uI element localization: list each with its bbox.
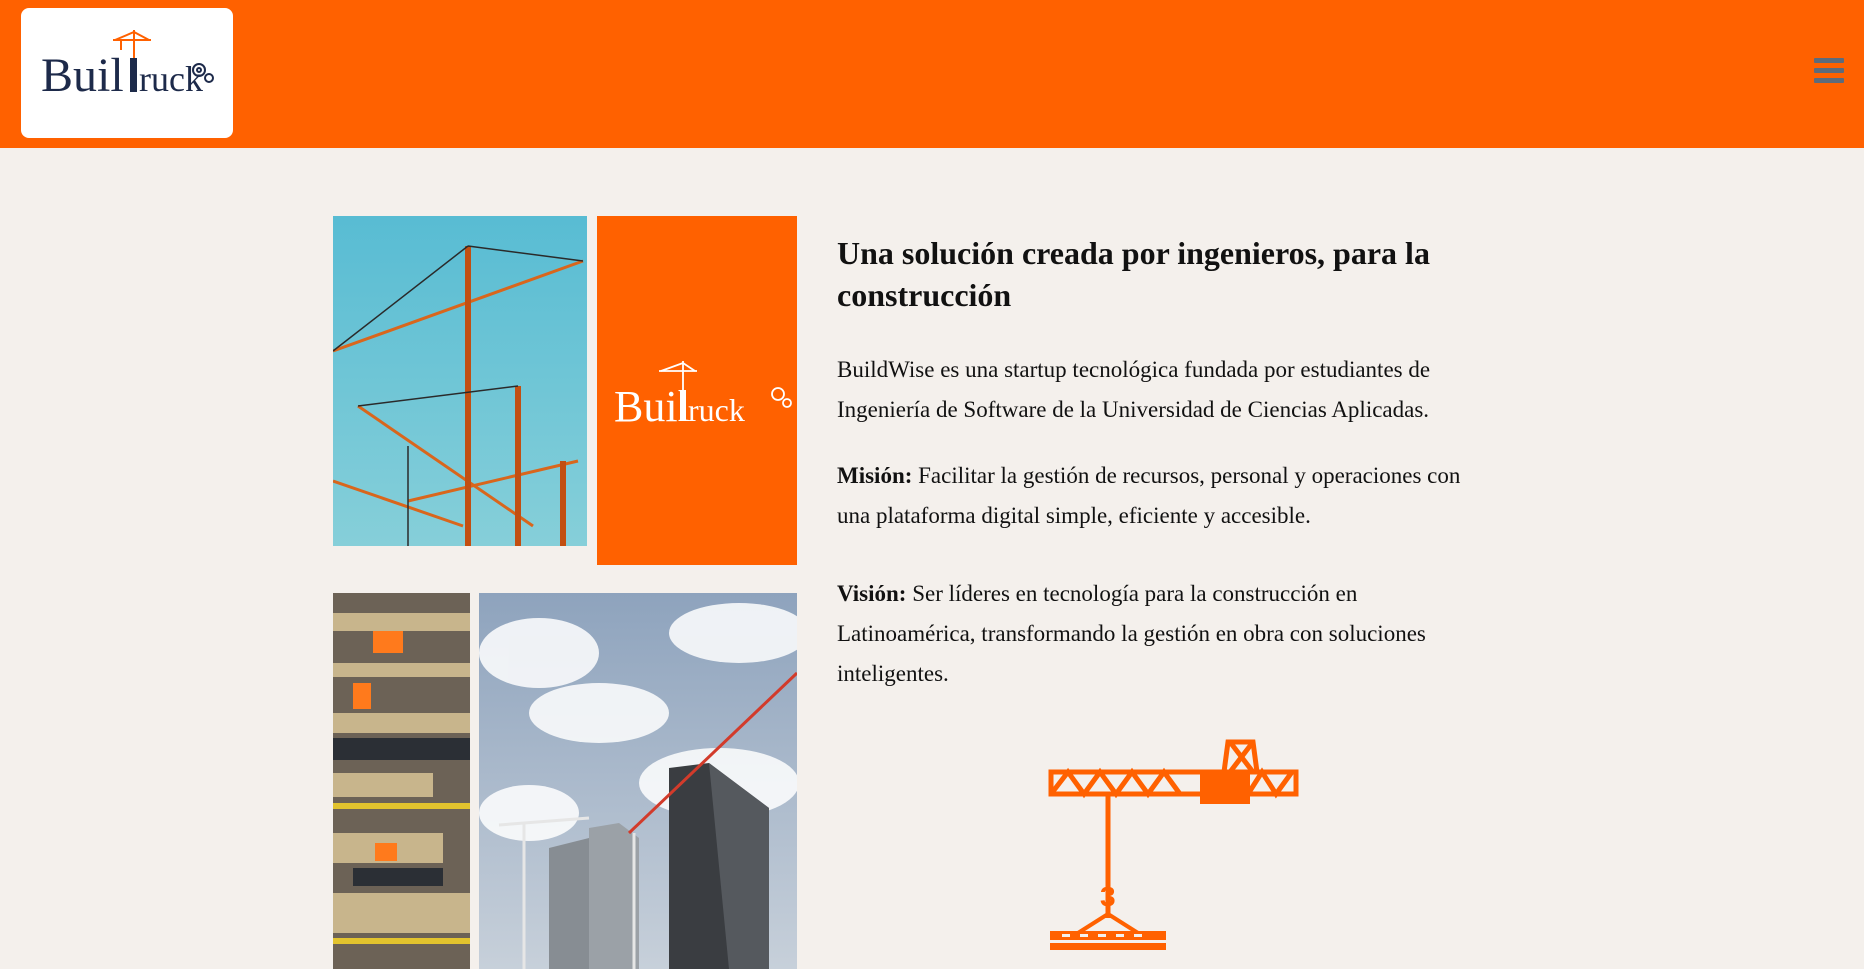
crane-icon: 3 [1048, 738, 1303, 958]
construction-site-image [333, 593, 470, 969]
about-heading: Una solución creada por ingenieros, para… [837, 235, 1430, 313]
brand-panel: Buil ruck [597, 216, 797, 565]
logo-text-right: ruck [139, 59, 203, 99]
panel-logo-left: Buil [614, 382, 690, 431]
site-logo[interactable]: Buil ruck [21, 8, 233, 138]
mission-text: Facilitar la gestión de recursos, person… [837, 463, 1461, 528]
site-header: Buil ruck [0, 0, 1864, 148]
vision-text: Ser líderes en tecnología para la constr… [837, 581, 1426, 686]
vision-label: Visión: [837, 581, 907, 606]
about-section: Una solución creada por ingenieros, para… [837, 232, 1497, 694]
skyscraper-crane-image [479, 593, 797, 969]
mission-label: Misión: [837, 463, 913, 488]
vision-paragraph: Visión: Ser líderes en tecnología para l… [837, 574, 1497, 694]
intro-paragraph: BuildWise es una startup tecnológica fun… [837, 357, 1431, 422]
hamburger-menu-icon[interactable] [1814, 58, 1844, 88]
logo-text-left: Buil [41, 49, 124, 102]
panel-logo-right: ruck [688, 392, 745, 428]
svg-text:3: 3 [1100, 881, 1116, 912]
cranes-sky-image [333, 216, 587, 546]
mission-paragraph: Misión: Facilitar la gestión de recursos… [837, 456, 1497, 536]
